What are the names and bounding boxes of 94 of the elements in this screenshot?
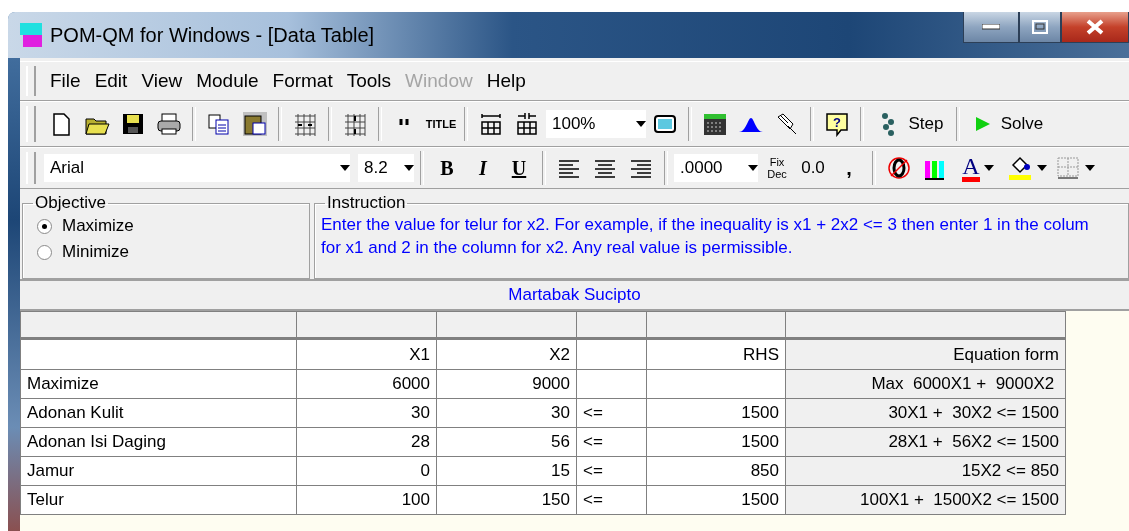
app-icon <box>20 23 42 47</box>
font-color-button[interactable]: A <box>954 152 1002 184</box>
table-cell: X1 <box>296 339 436 369</box>
printer-icon[interactable] <box>156 111 182 137</box>
italic-button[interactable]: I <box>466 152 500 184</box>
table-cell: 28X1 + 56X2 <= 1500 <box>785 427 1065 456</box>
table-cell: 30X1 + 30X2 <= 1500 <box>785 398 1065 427</box>
calculator-icon[interactable] <box>702 111 728 137</box>
table-cell: 1500 <box>646 427 785 456</box>
menu-item[interactable]: View <box>135 70 189 92</box>
menu-item[interactable]: Format <box>266 70 339 92</box>
grip-handle[interactable] <box>26 152 36 184</box>
radio-label: Maximize <box>62 216 134 236</box>
no-zero-icon[interactable] <box>886 155 912 181</box>
minimize-icon <box>982 24 1000 30</box>
dropdown-caret-icon[interactable] <box>340 165 350 171</box>
paint-bucket-icon[interactable] <box>1007 155 1033 181</box>
decimals-dropdown[interactable]: .0000 <box>674 154 758 182</box>
dropdown-caret-icon[interactable] <box>748 165 758 171</box>
copy-icon[interactable] <box>206 111 232 137</box>
instruction-text: for x1 and 2 in the column for x2. Any real value is permissible. <box>321 237 794 259</box>
menu-item[interactable]: Help <box>480 70 532 92</box>
radio-button[interactable] <box>37 244 52 260</box>
table-cell: 100 <box>296 485 436 514</box>
table-cell: 0 <box>296 456 436 485</box>
minimize-button[interactable] <box>963 12 1019 43</box>
title-button[interactable]: TITLE <box>424 108 458 140</box>
table-cell: <= <box>576 398 646 427</box>
close-icon <box>1085 19 1105 35</box>
table-cell: 6000 <box>296 369 436 398</box>
menu-item[interactable]: File <box>44 70 87 92</box>
table-cell <box>576 339 646 369</box>
borders-icon[interactable] <box>1055 155 1081 181</box>
table-cell: 850 <box>646 456 785 485</box>
table-cell: Adonan Kulit <box>20 398 296 427</box>
zoom-dropdown[interactable]: 100% <box>546 110 646 138</box>
table-cell: Equation form <box>785 339 1065 369</box>
dropdown-caret-icon[interactable] <box>636 121 646 127</box>
comma-button[interactable]: , <box>832 152 866 184</box>
font-dropdown[interactable]: Arial <box>44 154 350 182</box>
solve-button[interactable]: Solve <box>966 108 1046 140</box>
step-button[interactable]: Step <box>870 108 950 140</box>
table-cell: 30 <box>436 398 576 427</box>
dropdown-caret-icon[interactable] <box>1085 165 1095 171</box>
table-cell: <= <box>576 427 646 456</box>
table-cell: X2 <box>436 339 576 369</box>
window-title: POM-QM for Windows - [Data Table] <box>50 23 375 47</box>
table-cell: 9000 <box>436 369 576 398</box>
table-title: Martabak Sucipto <box>508 285 641 305</box>
table-cell: 30 <box>296 398 436 427</box>
menu-item[interactable]: Module <box>190 70 265 92</box>
table-cell: Telur <box>20 485 296 514</box>
maximize-button[interactable] <box>1019 12 1061 43</box>
dropdown-caret-icon[interactable] <box>983 165 994 171</box>
grid-icon[interactable] <box>342 111 368 137</box>
group-label: Objective <box>34 194 107 213</box>
dropdown-caret-icon[interactable] <box>1037 165 1047 171</box>
table-cell: 150 <box>436 485 576 514</box>
table-cell: 100X1 + 1500X2 <= 1500 <box>785 485 1065 514</box>
help-icon[interactable]: ? <box>824 111 850 137</box>
table-cell: 1500 <box>646 485 785 514</box>
grip-handle[interactable] <box>26 106 36 142</box>
table-cell: 15X2 <= 850 <box>785 456 1065 485</box>
table-cell: Max 6000X1 + 9000X2 <box>785 369 1065 398</box>
table-cell: 28 <box>296 427 436 456</box>
table-cell: Adonan Isi Daging <box>20 427 296 456</box>
radio-button[interactable] <box>37 218 52 234</box>
table-cell: Maximize <box>20 369 296 398</box>
table-cell: 56 <box>436 427 576 456</box>
group-label: Instruction <box>326 194 407 213</box>
table-cell: 1500 <box>646 398 785 427</box>
close-button[interactable] <box>1061 12 1129 43</box>
instruction-text: Enter the value for telur for x2. For example, if the inequality is x1 + 2x2 <= 3 then enter 1 in the colum <box>321 214 1090 236</box>
dropdown-caret-icon[interactable] <box>404 165 414 171</box>
grid-icon[interactable] <box>292 111 318 137</box>
table-cell: Jamur <box>20 456 296 485</box>
table-cell: <= <box>576 456 646 485</box>
font-size-dropdown[interactable]: 8.2 <box>358 154 414 182</box>
table-cell: 15 <box>436 456 576 485</box>
maximize-icon <box>1032 20 1048 34</box>
radio-label: Minimize <box>62 242 130 262</box>
table-columns-icon[interactable] <box>514 111 540 137</box>
menu-item[interactable]: Edit <box>88 70 134 92</box>
table-cell: RHS <box>646 339 785 369</box>
underline-button[interactable]: U <box>502 152 536 184</box>
bold-button[interactable]: B <box>430 152 464 184</box>
table-columns-icon[interactable] <box>478 111 504 137</box>
clipboard-icon[interactable] <box>242 111 268 137</box>
menu-item[interactable]: Tools <box>340 70 398 92</box>
grip-handle[interactable] <box>26 65 36 97</box>
fix-decimals-button[interactable]: Fix Dec <box>760 152 794 184</box>
table-cell: <= <box>576 485 646 514</box>
decimal-button[interactable]: 0.0 <box>796 152 830 184</box>
table-cell <box>576 369 646 398</box>
